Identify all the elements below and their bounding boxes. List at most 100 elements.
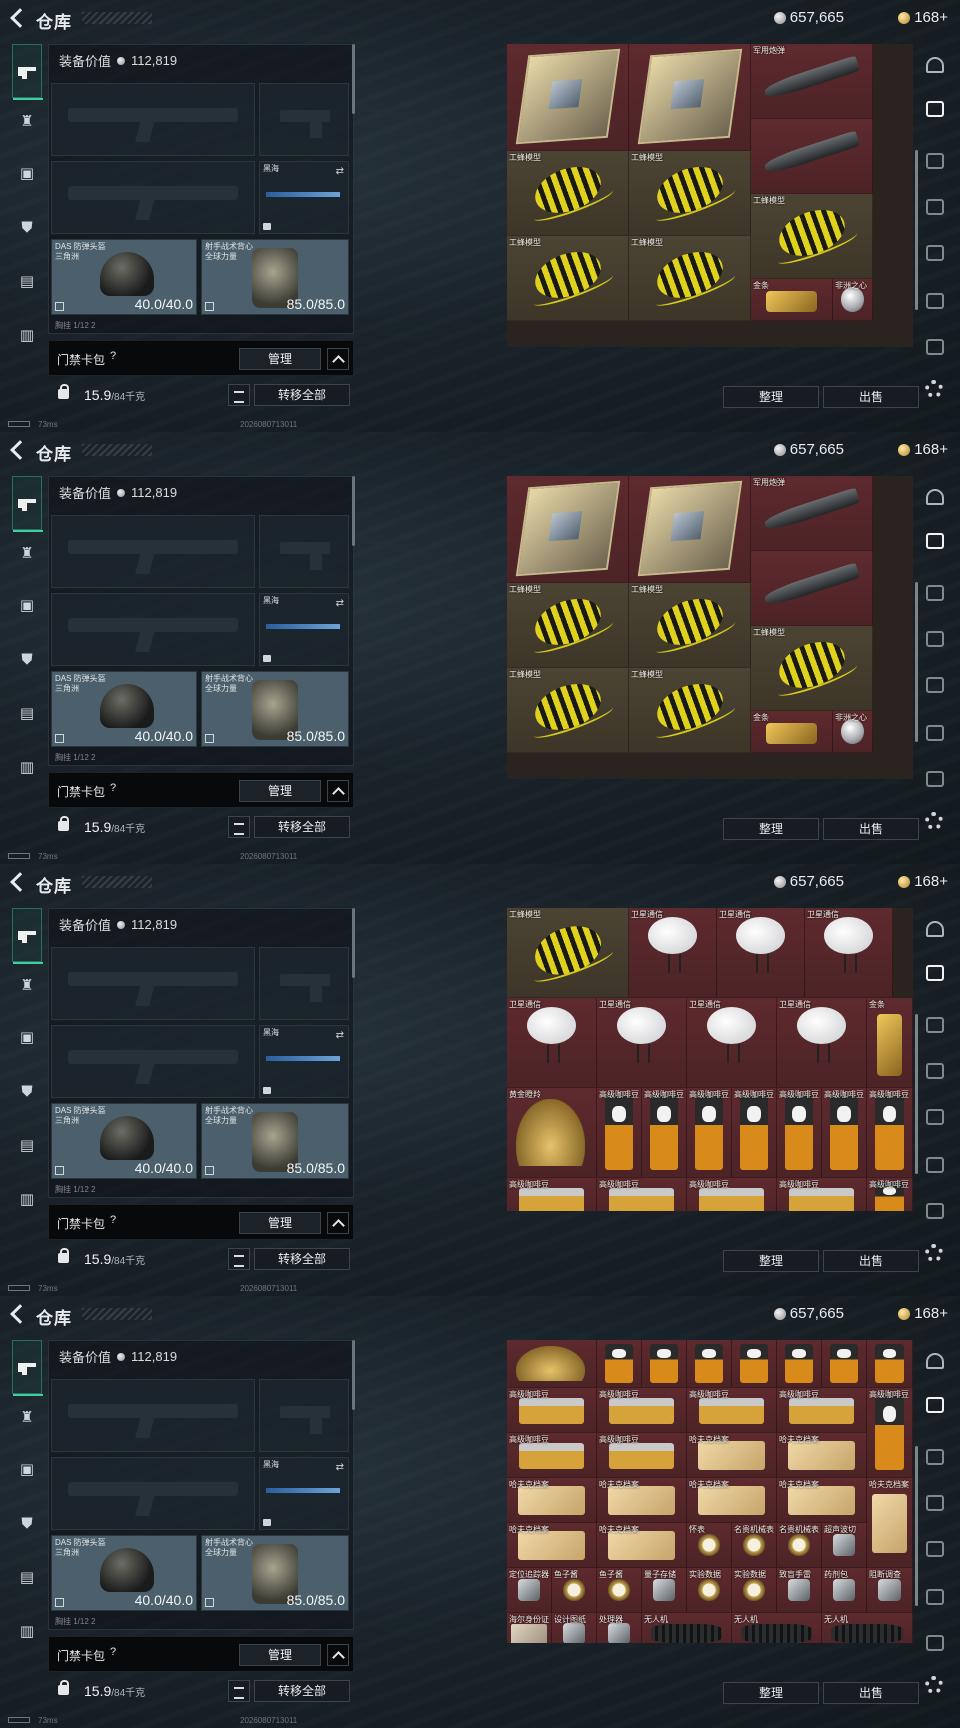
stash-item[interactable]: 非洲之心 [833,279,873,321]
nav-armor[interactable]: ⛊ [12,1508,42,1538]
stash-item[interactable]: 高级咖啡豆 [507,1178,597,1211]
stash-item[interactable]: 名贵机械表 [732,1523,777,1568]
nav-backpack[interactable]: ♜ [12,106,42,136]
nav-chest-rig[interactable]: ▣ [12,590,42,620]
stash-item[interactable]: 哈夫克档案 [777,1478,867,1523]
stash-item[interactable] [732,1340,777,1388]
transfer-all-button[interactable]: 转移全部 [254,1248,350,1270]
stash-item[interactable]: 高级咖啡豆 [597,1433,687,1478]
armor-slot[interactable]: 射手战术背心 全球力量 85.0/85.0 [201,1103,349,1179]
loadout-scrollbar[interactable] [352,908,355,978]
stash-item[interactable]: 量子存储 [642,1568,687,1613]
gold-currency[interactable]: 168+ [898,873,948,890]
swap-icon[interactable]: ⇄ [336,1030,344,1041]
stash-item[interactable]: 哈夫克档案 [507,1478,597,1523]
nav-case[interactable]: ▤ [12,1130,42,1160]
stash-item[interactable]: 名贵机械表 [777,1523,822,1568]
back-button[interactable] [8,871,30,893]
nav-armor[interactable]: ⛊ [12,1076,42,1106]
primary-weapon-slot[interactable] [51,83,255,156]
transfer-all-button[interactable]: 转移全部 [254,1680,350,1702]
manage-button[interactable]: 管理 [239,1644,321,1666]
nav-case[interactable]: ▤ [12,1562,42,1592]
stash-item[interactable] [597,1340,642,1388]
stash-item[interactable]: 鱼子酱 [552,1568,597,1613]
nav-armor[interactable]: ⛊ [12,644,42,674]
stash-item[interactable]: 工蜂模型 [751,194,873,279]
tab-stash-5[interactable] [922,1584,948,1610]
stash-item[interactable] [751,551,873,626]
stash-item[interactable]: 哈夫克档案 [597,1523,687,1568]
tab-stash-6[interactable] [922,1198,948,1224]
help-icon[interactable]: ? [105,350,121,366]
stash-item[interactable]: 高级咖啡豆 [867,1088,913,1178]
tab-stash-3[interactable] [922,1490,948,1516]
tab-safebox[interactable] [922,1348,948,1374]
stash-item[interactable]: 阻断调查 [867,1568,913,1613]
tab-safebox[interactable] [922,52,948,78]
nav-chest-rig[interactable]: ▣ [12,1454,42,1484]
manage-button[interactable]: 管理 [239,780,321,802]
list-view-button[interactable] [228,384,250,406]
stash-item[interactable]: 高级咖啡豆 [687,1178,777,1211]
sell-button[interactable]: 出售 [823,1682,919,1704]
sort-button[interactable]: 整理 [723,1682,819,1704]
stash-item[interactable]: 药剂包 [822,1568,867,1613]
gear-icon[interactable] [925,1244,943,1262]
stash-item[interactable]: 卫星通信 [597,998,687,1088]
tab-stash-1[interactable] [922,96,948,122]
stash-item[interactable]: 高级咖啡豆 [822,1088,867,1178]
nav-backpack[interactable]: ♜ [12,970,42,1000]
stash-item[interactable]: 哈夫克档案 [507,1523,597,1568]
stash-item[interactable]: 高级咖啡豆 [642,1088,687,1178]
tab-stash-5[interactable] [922,720,948,746]
nav-weapons[interactable] [12,476,43,532]
back-button[interactable] [8,439,30,461]
tab-stash-3[interactable] [922,194,948,220]
nav-chest-rig[interactable]: ▣ [12,1022,42,1052]
stash-item[interactable]: 工蜂模型 [507,151,629,236]
nav-backpack[interactable]: ♜ [12,1402,42,1432]
stash-item[interactable]: 高级咖啡豆 [507,1433,597,1478]
sort-button[interactable]: 整理 [723,818,819,840]
stash-item[interactable] [867,1340,913,1388]
stash-item[interactable]: 高级咖啡豆 [777,1178,867,1211]
stash-item[interactable]: 高级咖啡豆 [597,1388,687,1433]
tab-stash-1[interactable] [922,528,948,554]
melee-slot[interactable]: 黑海 ⇄ [259,1025,349,1098]
melee-slot[interactable]: 黑海 ⇄ [259,593,349,666]
silver-currency[interactable]: 657,665 [773,9,844,26]
stash-item[interactable]: 金条 [751,279,833,321]
collapse-button[interactable] [327,1644,349,1666]
loadout-scrollbar[interactable] [352,1340,355,1410]
melee-slot[interactable]: 黑海 ⇄ [259,1457,349,1530]
nav-briefcase[interactable]: ▥ [12,1184,42,1214]
primary-weapon-slot[interactable] [51,1379,255,1452]
loadout-scrollbar[interactable] [352,44,355,114]
collapse-button[interactable] [327,1212,349,1234]
stash-item[interactable]: 哈夫克档案 [687,1433,777,1478]
stash-item[interactable]: 金条 [867,998,913,1088]
stash-item[interactable]: 高级咖啡豆 [732,1088,777,1178]
stash-item[interactable]: 鱼子酱 [597,1568,642,1613]
list-view-button[interactable] [228,816,250,838]
pistol-slot[interactable] [259,83,349,156]
nav-case[interactable]: ▤ [12,698,42,728]
stash-item[interactable] [822,1340,867,1388]
stash-item[interactable]: 超声波切 [822,1523,867,1568]
stash-item[interactable]: 设计图纸 [552,1613,597,1643]
stash-item[interactable]: 军用炮弹 [751,44,873,119]
tab-stash-1[interactable] [922,1392,948,1418]
gold-currency[interactable]: 168+ [898,441,948,458]
stash-item[interactable]: 工蜂模型 [751,626,873,711]
stash-item[interactable]: 定位追踪器 [507,1568,552,1613]
stash-item[interactable]: 实验数据 [732,1568,777,1613]
list-view-button[interactable] [228,1248,250,1270]
nav-briefcase[interactable]: ▥ [12,1616,42,1646]
secondary-weapon-slot[interactable] [51,161,255,234]
nav-weapons[interactable] [12,908,43,964]
secondary-weapon-slot[interactable] [51,1025,255,1098]
helmet-slot[interactable]: DAS 防弹头盔 三角洲 40.0/40.0 [51,1103,197,1179]
secondary-weapon-slot[interactable] [51,593,255,666]
sort-button[interactable]: 整理 [723,386,819,408]
